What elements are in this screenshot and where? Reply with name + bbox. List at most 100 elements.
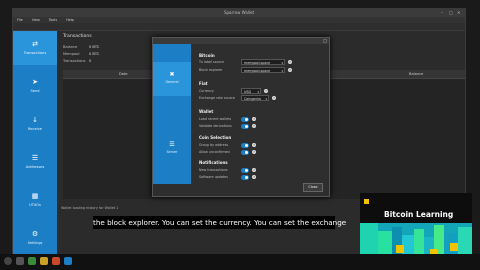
help-icon[interactable]: ? xyxy=(252,150,256,154)
tab-general[interactable]: ✖ General xyxy=(153,62,191,96)
start-menu-icon[interactable] xyxy=(4,257,12,265)
load-recent-row: Load recent wallets ? xyxy=(199,116,327,123)
validate-derivations-row: Validate derivations ? xyxy=(199,123,327,130)
minimize-icon[interactable]: – xyxy=(441,11,445,15)
dialog-sidebar: ✖ General ☰ Server xyxy=(153,44,191,184)
sidebar-item-label: Addresses xyxy=(25,165,45,169)
load-recent-label: Load recent wallets xyxy=(199,117,232,121)
terminal-icon[interactable] xyxy=(16,257,24,265)
sparrow-app-icon[interactable] xyxy=(64,257,72,265)
close-icon[interactable]: ✕ xyxy=(457,11,461,15)
tx-explorer-value: mempool.space xyxy=(244,61,271,65)
chevron-down-icon: ▾ xyxy=(281,61,283,65)
browser-icon[interactable] xyxy=(52,257,60,265)
help-icon[interactable]: ? xyxy=(252,117,256,121)
help-icon[interactable]: ? xyxy=(252,143,256,147)
tab-server-label: Server xyxy=(166,150,178,154)
sidebar-item-label: Transactions xyxy=(23,51,47,55)
page-title: Transactions xyxy=(63,34,92,39)
general-settings-pane: Bitcoin Tx label source mempool.space ▾ ?… xyxy=(193,44,327,184)
block-explorer-select[interactable]: mempool.space ▾ xyxy=(241,67,285,73)
block-explorer-row: Block explorer mempool.space ▾ ? xyxy=(199,67,327,74)
currency-select[interactable]: USD ▾ xyxy=(241,88,261,94)
files-icon[interactable] xyxy=(28,257,36,265)
close-button[interactable]: Close xyxy=(303,183,323,192)
send-icon: ➤ xyxy=(32,78,38,86)
software-updates-label: Software updates xyxy=(199,175,228,179)
status-bar-text: Wallet loading history for Wallet 1 xyxy=(61,206,119,210)
help-icon[interactable]: ? xyxy=(288,60,292,64)
tx-count-label: Transactions xyxy=(63,59,86,63)
currency-value: USD xyxy=(244,90,252,94)
settings-icon: ⚙ xyxy=(31,230,39,238)
preferences-dialog: □ ✖ General ☰ Server Bitcoin Tx label so… xyxy=(152,37,330,197)
allow-unconfirmed-row: Allow unconfirmed ? xyxy=(199,149,327,156)
help-icon[interactable]: ? xyxy=(264,89,268,93)
mempool-label: Mempool xyxy=(63,52,80,56)
group-wallet: Wallet xyxy=(199,109,214,114)
sidebar-item-transactions[interactable]: ⇄ Transactions xyxy=(13,31,57,65)
help-icon[interactable]: ? xyxy=(252,175,256,179)
maximize-icon[interactable]: □ xyxy=(449,11,453,15)
group-fiat: Fiat xyxy=(199,81,208,86)
allow-unconfirmed-toggle[interactable] xyxy=(241,150,249,155)
help-icon[interactable]: ? xyxy=(288,68,292,72)
help-icon[interactable]: ? xyxy=(252,124,256,128)
rate-source-label: Exchange rate source xyxy=(199,96,235,100)
load-recent-toggle[interactable] xyxy=(241,117,249,122)
sidebar-item-addresses[interactable]: ☰ Addresses xyxy=(13,145,57,179)
group-by-address-toggle[interactable] xyxy=(241,143,249,148)
new-transactions-toggle[interactable] xyxy=(241,168,249,173)
new-transactions-label: New transactions xyxy=(199,168,228,172)
column-header-date[interactable]: Date xyxy=(119,70,128,78)
menu-help[interactable]: Help xyxy=(66,17,74,23)
sidebar-item-utxos[interactable]: ▦ UTXOs xyxy=(13,183,57,217)
server-icon: ☰ xyxy=(169,141,175,148)
window-controls: – □ ✕ xyxy=(441,11,461,15)
tx-count-row: Transactions 0 xyxy=(63,59,91,63)
mempool-row: Mempool 0 BTC xyxy=(63,52,99,56)
folder-icon[interactable] xyxy=(40,257,48,265)
menu-tools[interactable]: Tools xyxy=(49,17,57,23)
group-coin-selection: Coin Selection xyxy=(199,135,232,140)
sidebar-item-send[interactable]: ➤ Send xyxy=(13,69,57,103)
wallet-tabs: Wallet 1 xyxy=(13,23,465,40)
tab-server[interactable]: ☰ Server xyxy=(153,132,191,166)
chevron-down-icon: ▾ xyxy=(281,69,283,73)
software-updates-row: Software updates ? xyxy=(199,174,327,181)
validate-derivations-label: Validate derivations xyxy=(199,124,232,128)
rate-source-value: Coingecko xyxy=(244,97,262,101)
tx-explorer-label: Tx label source xyxy=(199,60,224,64)
group-notifications: Notifications xyxy=(199,160,228,165)
sidebar-item-label: Send xyxy=(30,89,40,93)
utxos-icon: ▦ xyxy=(31,192,39,200)
window-title: Sparrow Wallet xyxy=(223,10,255,15)
column-header-balance[interactable]: Balance xyxy=(409,70,423,78)
group-bitcoin: Bitcoin xyxy=(199,53,215,58)
help-icon[interactable]: ? xyxy=(272,96,276,100)
taskbar xyxy=(0,254,480,270)
sidebar-item-label: Settings xyxy=(27,241,43,245)
sidebar-item-label: Receive xyxy=(27,127,43,131)
help-icon[interactable]: ? xyxy=(252,168,256,172)
sidebar-item-settings[interactable]: ⚙ Settings xyxy=(13,221,57,255)
tab-general-label: General xyxy=(165,80,179,84)
sidebar-item-label: UTXOs xyxy=(29,203,41,207)
mempool-value: 0 BTC xyxy=(89,52,100,56)
rate-source-row: Exchange rate source Coingecko ▾ ? xyxy=(199,95,327,102)
rate-source-select[interactable]: Coingecko ▾ xyxy=(241,95,269,101)
sidebar-item-receive[interactable]: ↓ Receive xyxy=(13,107,57,141)
validate-derivations-toggle[interactable] xyxy=(241,124,249,129)
balance-row: Balance 0 BTC xyxy=(63,45,99,49)
software-updates-toggle[interactable] xyxy=(241,175,249,180)
receive-icon: ↓ xyxy=(32,116,38,124)
allow-unconfirmed-label: Allow unconfirmed xyxy=(199,150,230,154)
bitcoin-coin-icon xyxy=(364,199,369,204)
title-bar: Sparrow Wallet – □ ✕ xyxy=(13,9,465,17)
group-by-address-label: Group by address xyxy=(199,143,229,147)
pixel-art-graphic xyxy=(360,193,472,263)
tx-explorer-select[interactable]: mempool.space ▾ xyxy=(241,59,285,65)
balance-value: 0 BTC xyxy=(89,45,100,49)
currency-label: Currency xyxy=(199,89,214,93)
balance-label: Balance xyxy=(63,45,78,49)
